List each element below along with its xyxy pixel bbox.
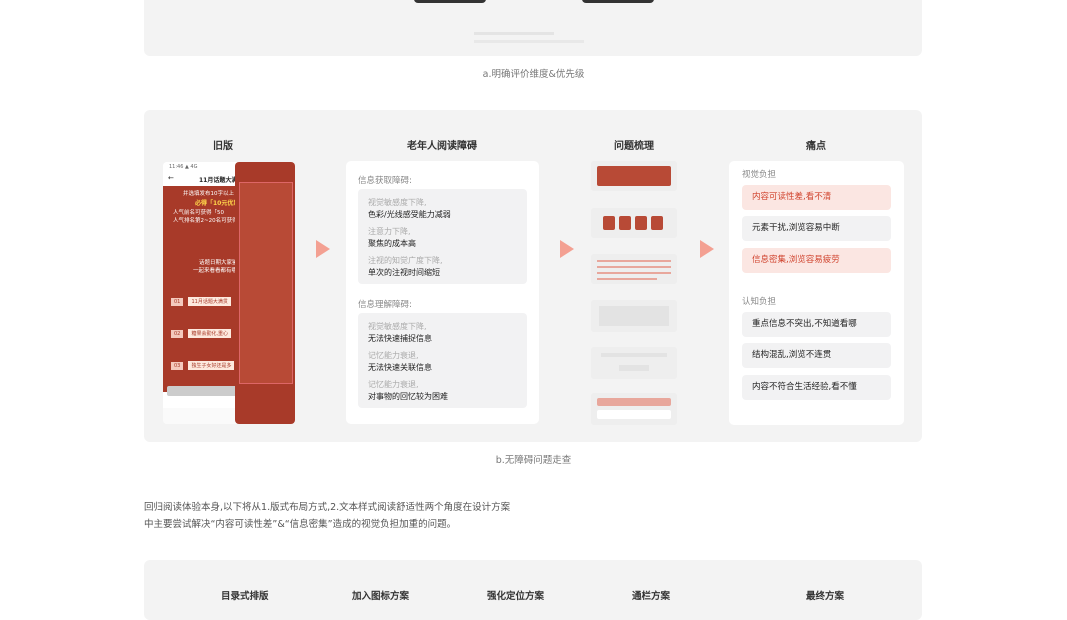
section-title-visual-burden: 视觉负担 <box>742 170 777 180</box>
barrier-cause: 记忆能力衰退, <box>368 380 419 389</box>
list-item[interactable]: 02 糖果会勤化,重心 <box>171 320 232 339</box>
barrier-effect: 聚焦的成本高 <box>368 239 416 248</box>
faded-line <box>474 40 584 43</box>
poster-text: 话题日期大家鉴 <box>199 260 238 266</box>
arrow-right-icon <box>316 240 330 258</box>
problem-thumb-1 <box>591 161 677 191</box>
problem-thumb-2 <box>591 208 677 238</box>
barrier-cause: 注视的知觉广度下降, <box>368 256 443 265</box>
poster-text: 并选填发布10字以上 <box>183 191 234 197</box>
item-number: 01 <box>171 298 184 306</box>
barrier-cause: 视觉敏感度下降, <box>368 198 427 207</box>
column-old-title: 旧版 <box>213 141 233 152</box>
problem-thumb-5 <box>591 347 677 379</box>
column-pain-title: 痛点 <box>806 141 826 152</box>
barrier-effect: 无法快速捕捉信息 <box>368 334 432 343</box>
back-icon[interactable]: ← <box>168 174 174 182</box>
section-title-info-acquisition: 信息获取障碍: <box>358 176 412 186</box>
poster-content <box>239 182 293 384</box>
barrier-effect: 无法快速关联信息 <box>368 363 432 372</box>
column-barriers-title: 老年人阅读障碍 <box>407 141 477 152</box>
item-label: 11月话题大满贯 <box>188 297 231 306</box>
pain-item-density: 信息密集,浏览容易疲劳 <box>742 248 891 273</box>
pain-item-focus: 重点信息不突出,不知道看哪 <box>742 312 891 337</box>
body-text-line-2: 中主要尝试解决“内容可读性差”&“信息密集”造成的视觉负担加重的问题。 <box>144 519 457 530</box>
list-item[interactable]: 01 11月话题大满贯 <box>171 288 231 307</box>
poster-text: 人气排名第2~20名可获得 <box>173 218 238 224</box>
dark-button-right <box>582 0 654 3</box>
problem-thumb-3 <box>591 254 677 284</box>
barrier-cause: 视觉敏感度下降, <box>368 322 427 331</box>
caption-b: b.无障碍问题走查 <box>495 455 572 466</box>
section-title-cognitive-burden: 认知负担 <box>742 297 777 307</box>
barrier-effect: 对事物的回忆较为困难 <box>368 392 448 401</box>
item-label: 独生子女好还是多 <box>188 361 235 370</box>
list-item[interactable]: 03 独生子女好还是多 <box>171 352 235 371</box>
barrier-group-1: 视觉敏感度下降, 色彩/光线感受能力减弱 注意力下降, 聚焦的成本高 注视的知觉… <box>358 189 527 284</box>
pain-item-interference: 元素干扰,浏览容易中断 <box>742 216 891 241</box>
old-version-full-poster <box>235 162 295 424</box>
item-number: 02 <box>171 330 184 338</box>
barrier-cause: 记忆能力衰退, <box>368 351 419 360</box>
poster-text: 一起来看看都有哪 <box>193 268 238 274</box>
pain-item-structure: 结构混乱,浏览不连贯 <box>742 343 891 368</box>
barrier-effect: 单次的注视时间缩短 <box>368 268 440 277</box>
barrier-group-2: 视觉敏感度下降, 无法快速捕捉信息 记忆能力衰退, 无法快速关联信息 记忆能力衰… <box>358 313 527 408</box>
item-label: 糖果会勤化,重心 <box>188 329 232 338</box>
body-text-line-1: 回归阅读体验本身,以下将从1.版式布局方式,2.文本样式阅读舒适性两个角度在设计… <box>144 502 511 513</box>
arrow-right-icon <box>560 240 574 258</box>
barrier-effect: 色彩/光线感受能力减弱 <box>368 210 451 219</box>
arrow-right-icon <box>700 240 714 258</box>
caption-a: a.明确评价维度&优先级 <box>482 69 585 80</box>
column-sorting-title: 问题梳理 <box>614 141 654 152</box>
poster-highlight: 必得「10元优惠 <box>195 200 240 207</box>
section-title-info-understanding: 信息理解障碍: <box>358 300 412 310</box>
faded-line <box>474 32 554 35</box>
problem-thumb-6 <box>591 393 677 425</box>
barrier-cause: 注意力下降, <box>368 227 411 236</box>
problem-thumb-4 <box>591 300 677 332</box>
poster-text: 人气前名可获得「50 <box>173 210 224 216</box>
item-number: 03 <box>171 362 184 370</box>
dark-button-left <box>414 0 486 3</box>
evaluation-panel <box>144 0 922 56</box>
pain-item-experience: 内容不符合生活经验,看不懂 <box>742 375 891 400</box>
pain-item-readability: 内容可读性差,看不清 <box>742 185 891 210</box>
